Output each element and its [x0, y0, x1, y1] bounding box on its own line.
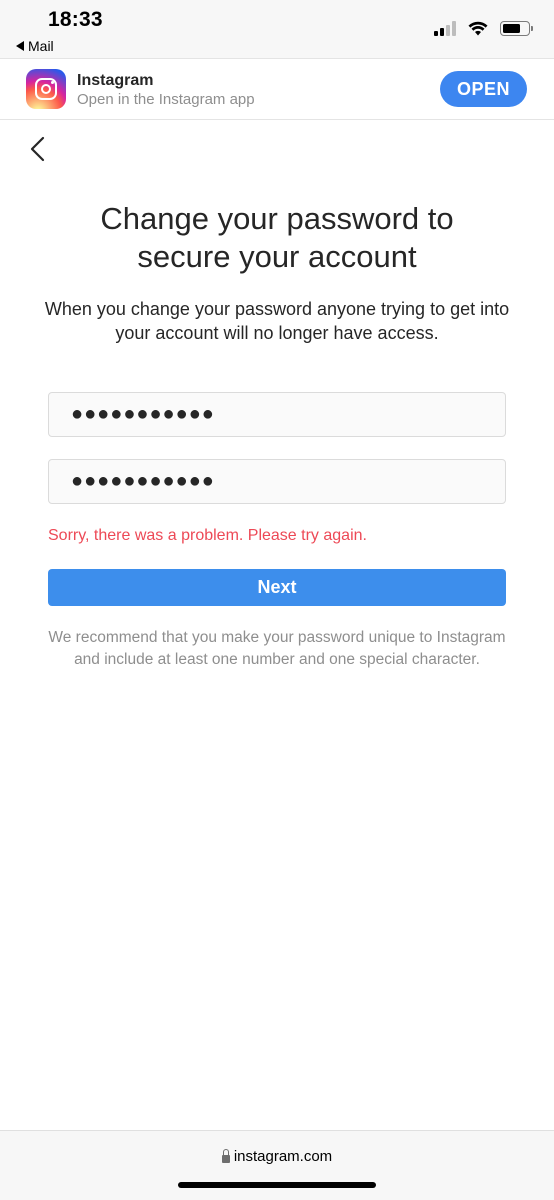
battery-icon	[500, 20, 533, 36]
error-message: Sorry, there was a problem. Please try a…	[48, 527, 367, 544]
page-title-line1: Change your password to	[100, 201, 454, 236]
home-indicator[interactable]	[178, 1182, 376, 1188]
password-hint: We recommend that you make your password…	[48, 629, 506, 668]
status-icons	[434, 20, 533, 36]
back-triangle-icon	[16, 41, 24, 51]
page-title: Change your password to secure your acco…	[0, 200, 554, 276]
status-bar: 18:33 Mail	[0, 0, 554, 58]
next-button[interactable]: Next	[48, 569, 506, 606]
instagram-logo-icon	[26, 69, 66, 109]
lock-icon	[221, 1148, 230, 1163]
browser-url-bar[interactable]: instagram.com	[0, 1130, 554, 1200]
page-title-line2: secure your account	[137, 239, 417, 274]
banner-subtitle: Open in the Instagram app	[77, 91, 255, 108]
url-text: instagram.com	[233, 1148, 333, 1165]
banner-app-name: Instagram	[77, 72, 154, 89]
status-time: 18:33	[48, 8, 103, 31]
confirm-password-input[interactable]: ●●●●●●●●●●●	[48, 459, 506, 504]
back-to-mail-label: Mail	[28, 38, 54, 54]
new-password-input[interactable]: ●●●●●●●●●●●	[48, 392, 506, 437]
url-display[interactable]: instagram.com	[0, 1148, 554, 1165]
page-description: When you change your password anyone try…	[44, 299, 510, 343]
cellular-signal-icon	[434, 20, 456, 36]
back-to-mail-link[interactable]: Mail	[16, 38, 54, 54]
open-app-button[interactable]: OPEN	[440, 71, 527, 107]
wifi-icon	[468, 21, 488, 35]
confirm-password-value: ●●●●●●●●●●●	[71, 470, 215, 492]
app-banner: Instagram Open in the Instagram app OPEN	[0, 58, 554, 120]
back-chevron-icon[interactable]	[28, 136, 50, 162]
new-password-value: ●●●●●●●●●●●	[71, 403, 215, 425]
